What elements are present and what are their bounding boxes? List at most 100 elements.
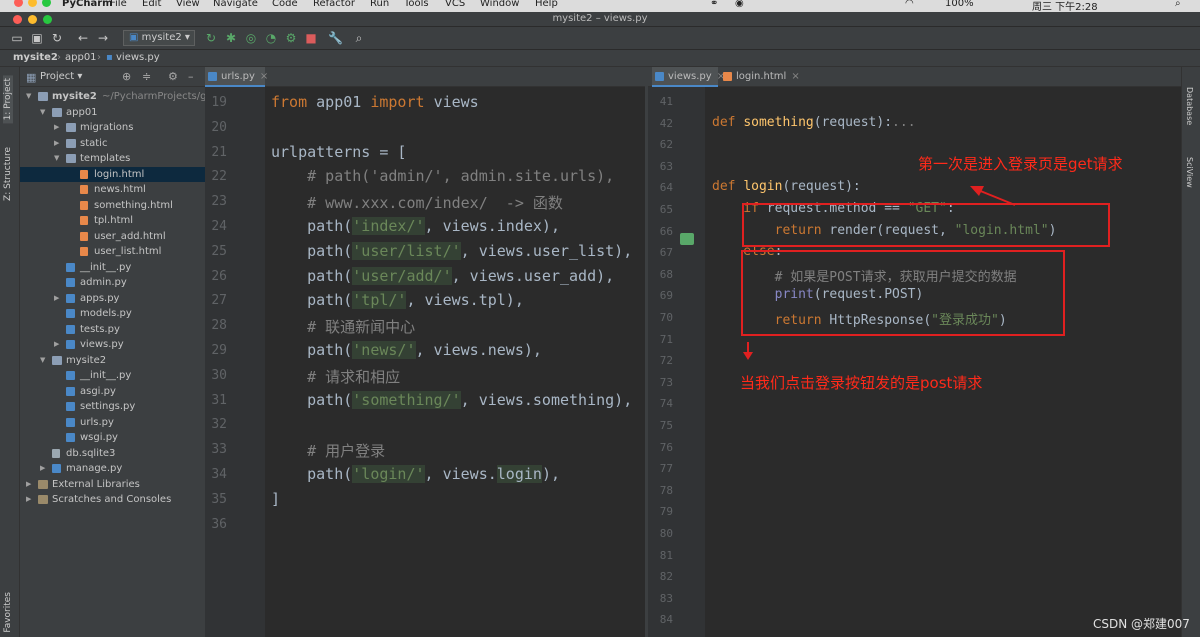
tree-item[interactable]: ▶ apps.py: [20, 291, 205, 307]
project-view-select[interactable]: Project ▾: [40, 71, 82, 82]
tree-item-label: mysite2: [52, 91, 97, 102]
tree-item[interactable]: ▶ External Libraries: [20, 477, 205, 493]
menu-navigate[interactable]: Navigate: [213, 0, 258, 9]
library-icon: [38, 479, 48, 489]
chevron-right-icon[interactable]: ▶: [54, 120, 62, 135]
run-gutter-icon[interactable]: [680, 233, 694, 245]
tab-login-html[interactable]: login.html ×: [720, 67, 804, 87]
tree-item[interactable]: tpl.html: [20, 213, 205, 229]
tree-item[interactable]: ▶ migrations: [20, 120, 205, 136]
structure-tool-tab[interactable]: Z: Structure: [3, 147, 13, 201]
open-folder-icon[interactable]: ▭: [10, 30, 24, 46]
chevron-right-icon[interactable]: ▶: [54, 291, 62, 306]
stop-icon[interactable]: ■: [304, 30, 318, 46]
tree-item-label: admin.py: [80, 277, 127, 288]
chevron-down-icon[interactable]: ▼: [40, 105, 48, 120]
wrench-icon[interactable]: 🔧: [328, 30, 343, 46]
menu-window[interactable]: Window: [480, 0, 519, 9]
tree-item[interactable]: ▼ templates: [20, 151, 205, 167]
tree-item[interactable]: ▶ static: [20, 136, 205, 152]
tree-item[interactable]: tests.py: [20, 322, 205, 338]
code-token: path(: [271, 390, 353, 409]
code-line: path('index/', views.index),: [271, 217, 560, 235]
tree-item-label: wsgi.py: [80, 432, 118, 443]
run-config-select[interactable]: ▣ mysite2 ▾: [123, 30, 195, 46]
chevron-down-icon[interactable]: ▼: [26, 89, 34, 104]
concurrency-icon[interactable]: ⚙: [284, 30, 298, 46]
tree-item[interactable]: admin.py: [20, 275, 205, 291]
forward-icon[interactable]: →: [96, 30, 110, 46]
coverage-icon[interactable]: ◎: [244, 30, 258, 46]
chevron-right-icon[interactable]: ▶: [54, 136, 62, 151]
close-window-dot[interactable]: [14, 0, 23, 7]
tree-item[interactable]: ▼ mysite2 ~/PycharmProjects/gx: [20, 89, 205, 105]
debug-icon[interactable]: ✱: [224, 30, 238, 46]
tree-item[interactable]: settings.py: [20, 399, 205, 415]
tree-item[interactable]: urls.py: [20, 415, 205, 431]
database-tool-tab[interactable]: Database: [1185, 87, 1194, 125]
zoom-window-dot[interactable]: [42, 0, 51, 7]
menu-run[interactable]: Run: [370, 0, 389, 9]
tree-item[interactable]: wsgi.py: [20, 430, 205, 446]
menu-app-name[interactable]: PyCharm: [62, 0, 113, 9]
tree-item[interactable]: models.py: [20, 306, 205, 322]
hide-panel-icon[interactable]: –: [188, 70, 194, 83]
left-tool-strip: 1: Project Z: Structure Favorites: [0, 67, 20, 637]
tree-item[interactable]: asgi.py: [20, 384, 205, 400]
tree-item[interactable]: user_list.html: [20, 244, 205, 260]
menu-vcs[interactable]: VCS: [445, 0, 465, 9]
chevron-right-icon[interactable]: ▶: [54, 337, 62, 352]
tree-item[interactable]: db.sqlite3: [20, 446, 205, 462]
tree-item[interactable]: ▶ views.py: [20, 337, 205, 353]
tree-item[interactable]: ▶ manage.py: [20, 461, 205, 477]
menu-tools[interactable]: Tools: [404, 0, 429, 9]
tree-item[interactable]: login.html: [20, 166, 205, 182]
code-token: , views.index),: [424, 217, 560, 235]
breadcrumb-item-file[interactable]: views.py: [116, 52, 160, 63]
chevron-right-icon[interactable]: ▶: [26, 477, 34, 492]
breadcrumb-item-app01[interactable]: app01: [65, 52, 97, 63]
left-code-area[interactable]: from app01 import views urlpatterns = [ #…: [205, 87, 645, 637]
locate-icon[interactable]: ⊕: [122, 70, 131, 83]
minimize-window-dot[interactable]: [28, 0, 37, 7]
menu-code[interactable]: Code: [272, 0, 298, 9]
gear-icon[interactable]: ⚙: [168, 70, 178, 83]
profile-icon[interactable]: ◔: [264, 30, 278, 46]
chevron-down-icon[interactable]: ▼: [54, 151, 62, 166]
close-tab-icon[interactable]: ×: [791, 71, 799, 82]
html-file-icon: [80, 169, 88, 179]
chevron-right-icon[interactable]: ▶: [26, 492, 34, 507]
search-everywhere-icon[interactable]: ⌕: [352, 30, 366, 46]
tree-item-label: Scratches and Consoles: [52, 494, 172, 505]
menu-view[interactable]: View: [176, 0, 200, 9]
save-icon[interactable]: ▣: [30, 30, 44, 46]
back-icon[interactable]: ←: [76, 30, 90, 46]
rerun-icon[interactable]: ↻: [204, 30, 218, 46]
menu-help[interactable]: Help: [535, 0, 558, 9]
tree-item[interactable]: news.html: [20, 182, 205, 198]
tree-item[interactable]: ▶ Scratches and Consoles: [20, 492, 205, 508]
sync-icon[interactable]: ↻: [50, 30, 64, 46]
tree-item[interactable]: __init__.py: [20, 260, 205, 276]
get-request-note: 第一次是进入登录页是get请求: [918, 155, 1123, 173]
favorites-tool-tab[interactable]: Favorites: [3, 592, 13, 633]
search-icon[interactable]: ⌕: [1175, 0, 1181, 9]
tab-urls-py[interactable]: urls.py ×: [205, 67, 268, 87]
chevron-down-icon[interactable]: ▼: [40, 353, 48, 368]
menu-file[interactable]: File: [110, 0, 127, 9]
tree-item[interactable]: ▼ mysite2: [20, 353, 205, 369]
sciview-tool-tab[interactable]: SciView: [1185, 157, 1194, 188]
collapse-all-icon[interactable]: ≑: [142, 70, 151, 83]
breadcrumb-item-project[interactable]: mysite2: [13, 52, 58, 63]
project-tool-tab[interactable]: 1: Project: [3, 75, 13, 124]
menu-refactor[interactable]: Refactor: [313, 0, 355, 9]
tree-item[interactable]: __init__.py: [20, 368, 205, 384]
code-line: path('login/', views.login),: [271, 465, 560, 483]
chevron-right-icon[interactable]: ▶: [40, 461, 48, 476]
tree-item[interactable]: something.html: [20, 198, 205, 214]
close-tab-icon[interactable]: ×: [260, 71, 268, 82]
menu-edit[interactable]: Edit: [142, 0, 161, 9]
tree-item[interactable]: user_add.html: [20, 229, 205, 245]
tab-views-py[interactable]: views.py ×: [652, 67, 725, 87]
tree-item[interactable]: ▼ app01: [20, 105, 205, 121]
